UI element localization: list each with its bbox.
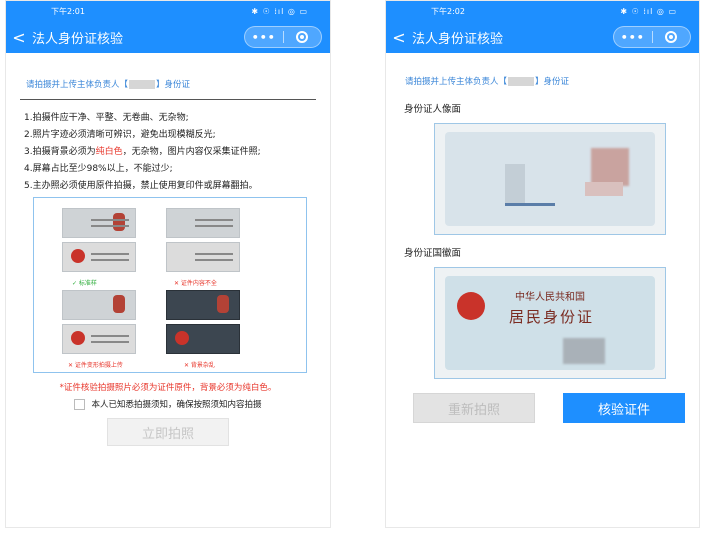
upload-prompt-after: 】身份证 <box>156 80 191 90</box>
card-back-title: 中华人民共和国 <box>515 292 585 303</box>
miniapp-capsule: ••• <box>613 26 691 48</box>
upload-prompt-after: 】身份证 <box>535 77 570 87</box>
close-target-icon <box>665 31 678 43</box>
sample-good-front <box>62 208 136 238</box>
good-sample-mark: ✓ 标准样 <box>72 280 97 287</box>
photo-rules: 1.拍摄件应干净、平整、无卷曲、无杂物; 2.照片字迹必须清晰可辨识，避免出现模… <box>6 100 330 192</box>
sample-bad-angle-back <box>62 324 136 354</box>
rule-1: 1.拍摄件应干净、平整、无卷曲、无杂物; <box>24 113 189 123</box>
redacted-name <box>508 77 535 86</box>
rule-3: 3.拍摄背景必须为纯白色，无杂物，图片内容仅采集证件照; <box>24 146 316 158</box>
verify-id-button[interactable]: 核验证件 <box>563 393 685 423</box>
upload-prompt-before: 请拍摄并上传主体负责人【 <box>405 77 508 87</box>
upload-prompt: 请拍摄并上传主体负责人【 】身份证 <box>20 78 316 100</box>
sample-bad-angle-front <box>62 290 136 320</box>
retake-photo-button[interactable]: 重新拍照 <box>413 393 535 423</box>
status-time: 下午2:02 <box>431 6 465 16</box>
redacted-info <box>563 338 605 364</box>
rule-4: 4.屏幕占比至少98%以上，不能过少; <box>24 164 173 174</box>
back-side-label: 身份证国徽面 <box>404 248 462 259</box>
rule-3-highlight: 纯白色 <box>95 147 123 157</box>
upload-prompt: 请拍摄并上传主体负责人【 】身份证 <box>386 75 699 87</box>
bad-sample-mark-1: ✕ 证件内容不全 <box>174 280 217 287</box>
take-photo-button[interactable]: 立即拍照 <box>107 418 229 446</box>
bad-sample-mark-2: ✕ 证件变形拍摄上传 <box>68 362 123 369</box>
rule-3-post: ，无杂物，图片内容仅采集证件照; <box>122 147 261 157</box>
agreement-label: 本人已知悉拍摄须知，确保按照须知内容拍摄 <box>91 400 262 410</box>
id-back-photo[interactable]: 中华人民共和国 居民身份证 <box>434 267 666 379</box>
card-back-name: 居民身份证 <box>509 308 595 326</box>
nav-bar: < 法人身份证核验 ••• <box>386 21 699 53</box>
front-side-label: 身份证人像面 <box>404 104 462 115</box>
page-title: 法人身份证核验 <box>412 31 504 47</box>
id-front-photo[interactable] <box>434 123 666 235</box>
redacted-name <box>129 80 156 89</box>
status-bar: 下午2:02 ✱ ☉ ⁞ıl ◎ ▭ <box>386 1 699 21</box>
close-target-icon <box>296 31 309 43</box>
close-miniapp-button[interactable] <box>652 31 690 43</box>
upload-review-screen: 下午2:02 ✱ ☉ ⁞ıl ◎ ▭ < 法人身份证核验 ••• 请拍摄并上传主… <box>385 0 700 528</box>
more-icon[interactable]: ••• <box>245 31 283 44</box>
id-card-front <box>445 132 655 226</box>
sample-bad-bg-front <box>166 290 240 320</box>
sample-bad-bg-back <box>166 324 240 354</box>
miniapp-capsule: ••• <box>244 26 322 48</box>
original-document-notice: *证件核验拍摄照片必须为证件原件，背景必须为纯白色。 <box>59 383 277 393</box>
bad-sample-mark-3: ✕ 背景杂乱 <box>184 362 215 369</box>
sample-bad-back <box>166 242 240 272</box>
status-time: 下午2:01 <box>51 6 85 16</box>
status-icons: ✱ ☉ ⁞ıl ◎ ▭ <box>251 6 308 16</box>
more-icon[interactable]: ••• <box>614 31 652 44</box>
close-miniapp-button[interactable] <box>283 31 321 43</box>
page-title: 法人身份证核验 <box>32 31 124 47</box>
status-bar: 下午2:01 ✱ ☉ ⁞ıl ◎ ▭ <box>6 1 330 21</box>
sample-bad-front <box>166 208 240 238</box>
action-buttons: 重新拍照 核验证件 <box>413 393 699 423</box>
sample-photo-guide: ✓ 标准样 ✕ 证件内容不全 ✕ 证件变形拍摄上传 ✕ 背景杂乱 <box>33 197 307 373</box>
national-emblem-icon <box>457 292 485 320</box>
agreement-checkbox[interactable] <box>74 398 86 410</box>
upload-prompt-before: 请拍摄并上传主体负责人【 <box>26 80 129 90</box>
nav-bar: < 法人身份证核验 ••• <box>6 21 330 53</box>
back-icon[interactable]: < <box>386 28 412 47</box>
status-icons: ✱ ☉ ⁞ıl ◎ ▭ <box>620 6 677 16</box>
rule-2: 2.照片字迹必须清晰可辨识，避免出现模糊反光; <box>24 130 216 140</box>
instructions-screen: 下午2:01 ✱ ☉ ⁞ıl ◎ ▭ < 法人身份证核验 ••• 请拍摄并上传主… <box>5 0 331 528</box>
rule-3-pre: 3.拍摄背景必须为 <box>24 147 96 157</box>
id-card-back: 中华人民共和国 居民身份证 <box>445 276 655 370</box>
back-icon[interactable]: < <box>6 28 32 47</box>
rule-5: 5.主办照必须使用原件拍摄，禁止使用复印件或屏幕翻拍。 <box>24 181 258 191</box>
agreement-row[interactable]: 本人已知悉拍摄须知，确保按照须知内容拍摄 <box>6 398 330 410</box>
sample-good-back <box>62 242 136 272</box>
